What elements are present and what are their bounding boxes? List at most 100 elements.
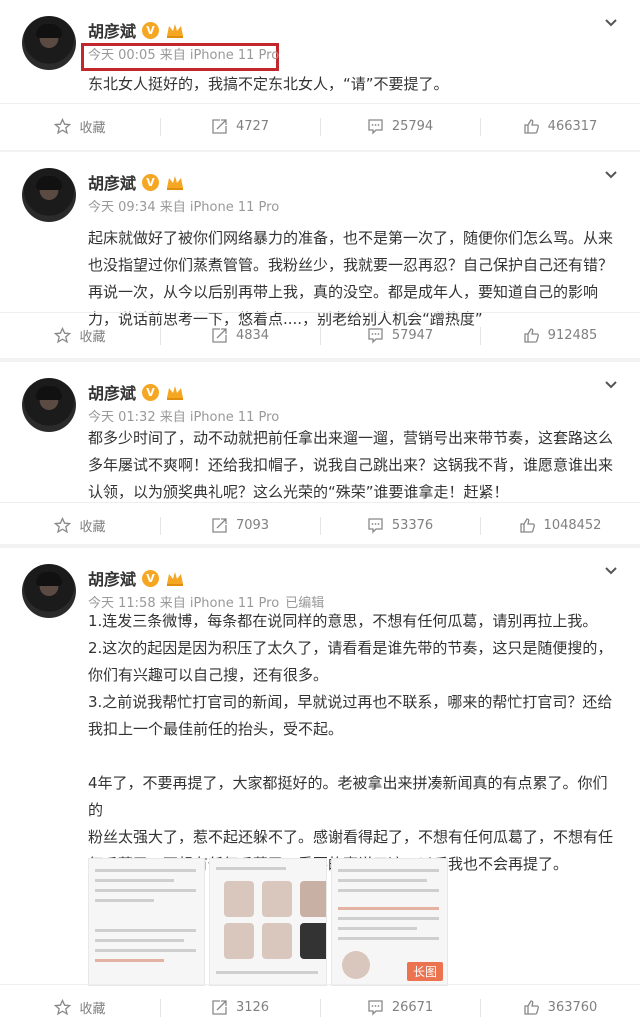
weibo-post: 胡彦斌 V 今天 11:58 来自 iPhone 11 Pro 已编辑 1.连发三…	[0, 548, 640, 1030]
weibo-post: 胡彦斌 V 今天 00:05 来自 iPhone 11 Pro 东北女人挺好的，…	[0, 0, 640, 150]
verified-badge-icon: V	[142, 173, 160, 191]
image-thumbnail[interactable]	[88, 858, 206, 986]
star-icon	[54, 517, 72, 534]
repost-count: 3126	[235, 1000, 270, 1015]
avatar[interactable]	[22, 168, 76, 222]
like-button[interactable]: 912485	[480, 313, 640, 358]
favorite-button[interactable]: 收藏	[0, 503, 160, 548]
star-icon	[54, 999, 72, 1016]
user-name-row: 胡彦斌 V	[88, 18, 185, 42]
post-meta: 今天 09:34 来自 iPhone 11 Pro	[88, 196, 279, 215]
user-name-row: 胡彦斌 V	[88, 566, 185, 590]
comment-count: 25794	[391, 119, 434, 134]
favorite-label: 收藏	[79, 520, 106, 535]
like-button[interactable]: 466317	[480, 104, 640, 149]
like-button[interactable]: 1048452	[480, 503, 640, 548]
star-icon	[54, 118, 72, 135]
text-line	[88, 743, 618, 770]
image-grid: 长图	[88, 858, 448, 986]
repost-icon	[212, 119, 227, 134]
weibo-feed: 胡彦斌 V 今天 00:05 来自 iPhone 11 Pro 东北女人挺好的，…	[0, 0, 640, 1030]
text-line: 都多少时间了，动不动就把前任拿出来遛一遛，营销号出来带节奏，这套路这么	[88, 429, 614, 447]
text-line: 2.这次的起因是因为积压了太久了，请看看是谁先带的节奏，这只是随便搜的，	[88, 639, 613, 657]
action-bar: 收藏 4834 57947 912485	[0, 312, 640, 358]
comment-icon	[368, 119, 383, 135]
image-thumbnail[interactable]: 长图	[330, 858, 448, 986]
thumbs-up-icon	[519, 518, 535, 533]
comment-button[interactable]: 25794	[320, 104, 480, 149]
post-time-source[interactable]: 今天 00:05 来自 iPhone 11 Pro	[88, 48, 279, 63]
text-line: 起床就做好了被你们网络暴力的准备，也不是第一次了，随便你们怎么骂。从来	[88, 229, 614, 247]
action-bar: 收藏 4727 25794 466317	[0, 103, 640, 149]
repost-button[interactable]: 4834	[160, 313, 320, 358]
like-count: 912485	[547, 328, 598, 343]
member-crown-icon	[167, 572, 184, 586]
comment-count: 53376	[391, 518, 434, 533]
action-bar: 收藏 3126 26671 363760	[0, 984, 640, 1030]
comment-count: 57947	[391, 328, 434, 343]
favorite-button[interactable]: 收藏	[0, 985, 160, 1030]
user-name[interactable]: 胡彦斌	[88, 18, 136, 42]
user-name-row: 胡彦斌 V	[88, 380, 185, 404]
chevron-down-icon[interactable]	[604, 378, 618, 392]
text-line: 多年屡试不爽啊！还给我扣帽子，说我自己跳出来？这锅我不背，谁愿意谁出来	[88, 456, 614, 474]
repost-button[interactable]: 7093	[160, 503, 320, 548]
post-meta: 今天 00:05 来自 iPhone 11 Pro	[88, 44, 279, 63]
chevron-down-icon[interactable]	[604, 16, 618, 30]
comment-button[interactable]: 53376	[320, 503, 480, 548]
text-line: 你们有兴趣可以自己搜，还有很多。	[88, 666, 329, 684]
comment-icon	[368, 328, 383, 344]
favorite-label: 收藏	[79, 121, 106, 136]
post-time-source[interactable]: 今天 09:34 来自 iPhone 11 Pro	[88, 200, 279, 215]
repost-count: 4727	[235, 119, 270, 134]
repost-count: 4834	[235, 328, 270, 343]
post-text: 都多少时间了，动不动就把前任拿出来遛一遛，营销号出来带节奏，这套路这么 多年屡试…	[88, 425, 618, 506]
comment-icon	[368, 1000, 383, 1016]
avatar[interactable]	[22, 16, 76, 70]
comment-button[interactable]: 26671	[320, 985, 480, 1030]
text-line: 再说一次，从今以后别再带上我，真的没空。都是成年人，要知道自己的影响	[88, 283, 599, 301]
image-thumbnail[interactable]	[209, 858, 327, 986]
avatar[interactable]	[22, 378, 76, 432]
comment-icon	[368, 518, 383, 534]
repost-button[interactable]: 4727	[160, 104, 320, 149]
thumbs-up-icon	[524, 119, 539, 134]
like-count: 1048452	[543, 518, 602, 533]
verified-badge-icon: V	[142, 383, 160, 401]
favorite-button[interactable]: 收藏	[0, 313, 160, 358]
avatar[interactable]	[22, 564, 76, 618]
comment-count: 26671	[391, 1000, 434, 1015]
verified-badge-icon: V	[142, 21, 160, 39]
chevron-down-icon[interactable]	[604, 168, 618, 182]
member-crown-icon	[167, 386, 184, 400]
favorite-button[interactable]: 收藏	[0, 104, 160, 149]
text-line: 3.之前说我帮忙打官司的新闻，早就说过再也不联系，哪来的帮忙打官司？还给	[88, 693, 613, 711]
user-name[interactable]: 胡彦斌	[88, 170, 136, 194]
member-crown-icon	[167, 24, 184, 38]
user-name-row: 胡彦斌 V	[88, 170, 185, 194]
repost-button[interactable]: 3126	[160, 985, 320, 1030]
weibo-post: 胡彦斌 V 今天 09:34 来自 iPhone 11 Pro 起床就做好了被你…	[0, 152, 640, 358]
post-meta: 今天 01:32 来自 iPhone 11 Pro	[88, 406, 279, 425]
text-line: 也没指望过你们蒸煮管管。我粉丝少，我就要一忍再忍？自己保护自己还有错？	[88, 256, 614, 274]
text-line: 粉丝太强大了，惹不起还躲不了。感谢看得起了，不想有任何瓜葛了，不想有任	[88, 828, 614, 846]
verified-badge-icon: V	[142, 569, 160, 587]
text-line: 我扣上一个最佳前任的抬头，受不起。	[88, 720, 344, 738]
post-time-source[interactable]: 今天 01:32 来自 iPhone 11 Pro	[88, 410, 279, 425]
repost-icon	[212, 518, 227, 533]
favorite-label: 收藏	[79, 1002, 106, 1017]
user-name[interactable]: 胡彦斌	[88, 380, 136, 404]
action-bar: 收藏 7093 53376 1048452	[0, 502, 640, 548]
user-name[interactable]: 胡彦斌	[88, 566, 136, 590]
comment-button[interactable]: 57947	[320, 313, 480, 358]
repost-icon	[212, 328, 227, 343]
like-button[interactable]: 363760	[480, 985, 640, 1030]
like-count: 363760	[547, 1000, 598, 1015]
repost-icon	[212, 1000, 227, 1015]
thumbs-up-icon	[524, 1000, 539, 1015]
chevron-down-icon[interactable]	[604, 564, 618, 578]
text-line: 4年了，不要再提了，大家都挺好的。老被拿出来拼凑新闻真的有点累了。你们的	[88, 774, 608, 819]
repost-count: 7093	[235, 518, 270, 533]
post-text: 东北女人挺好的，我搞不定东北女人，“请”不要提了。	[88, 71, 618, 98]
thumbs-up-icon	[524, 328, 539, 343]
